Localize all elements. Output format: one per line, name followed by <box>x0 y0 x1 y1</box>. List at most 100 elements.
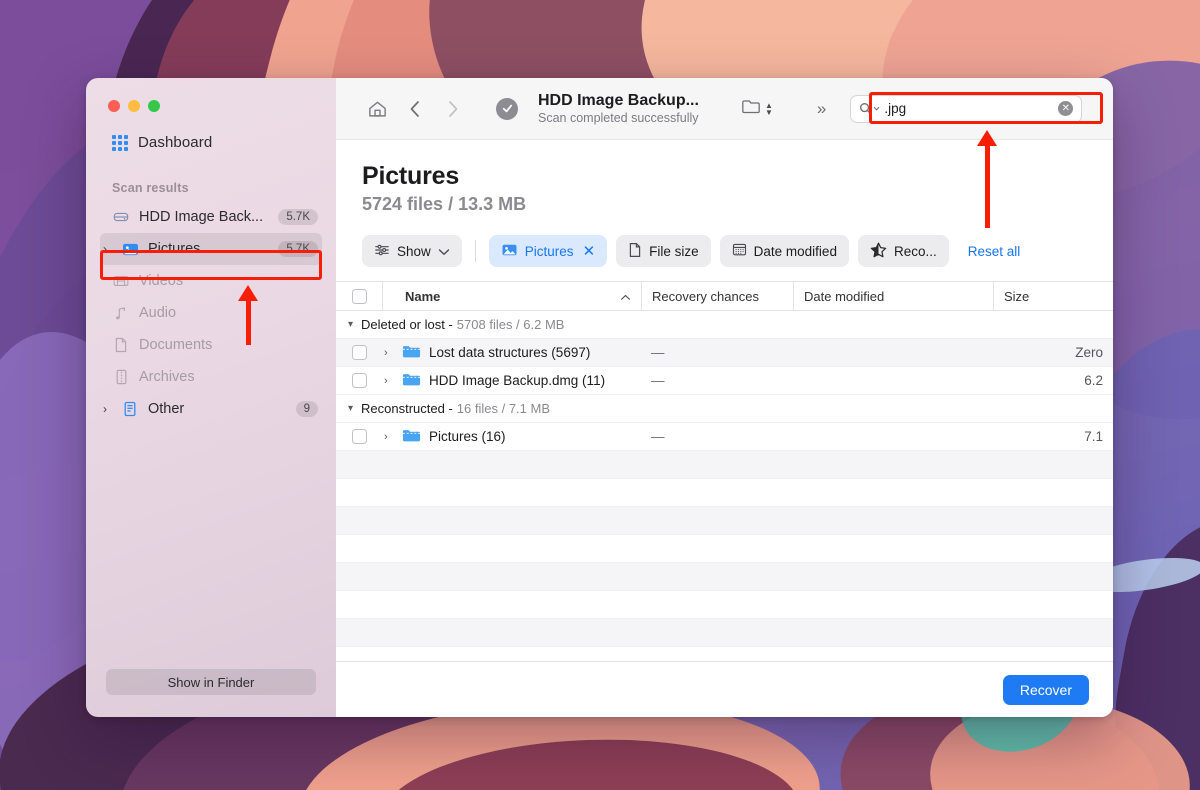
calendar-icon <box>732 242 747 260</box>
chevron-right-icon[interactable]: › <box>384 431 394 443</box>
folder-stepper[interactable]: ▲ ▼ <box>741 98 773 120</box>
table-row[interactable]: › Pictures (16) — 7.1 <box>336 423 1113 451</box>
filter-chip-pictures[interactable]: Pictures ✕ <box>488 235 608 267</box>
reset-all-button[interactable]: Reset all <box>968 244 1021 259</box>
folder-icon <box>741 98 761 120</box>
sidebar-item-label: Videos <box>139 273 184 289</box>
sidebar-item-pictures[interactable]: › Pictures 5.7K <box>100 233 322 265</box>
group-row-reconstructed[interactable]: ▾ Reconstructed - 16 files / 7.1 MB <box>336 395 1113 423</box>
file-name: Pictures (16) <box>429 429 506 444</box>
chevron-up-icon <box>620 289 631 304</box>
column-label: Recovery chances <box>652 288 759 304</box>
row-name-cell: › Pictures (16) <box>382 427 641 446</box>
window-controls <box>86 78 336 112</box>
sidebar-item-label: Documents <box>139 337 213 353</box>
row-checkbox[interactable] <box>336 429 382 444</box>
star-half-icon <box>870 242 887 261</box>
filter-chip-date-modified[interactable]: Date modified <box>719 235 849 267</box>
search-icon[interactable] <box>859 102 880 115</box>
sidebar-footer: Show in Finder <box>86 669 336 717</box>
table-row[interactable]: › Lost data structures (5697) — Zero <box>336 339 1113 367</box>
page-title: Pictures <box>362 162 460 190</box>
zoom-button[interactable] <box>148 100 160 112</box>
chevron-right-icon[interactable]: › <box>103 403 113 415</box>
column-label: Size <box>1004 288 1030 304</box>
size-cell: 6.2 <box>1084 373 1103 388</box>
filter-chip-label: Pictures <box>524 243 574 259</box>
sidebar-item-label: Archives <box>139 369 195 385</box>
chevron-down-icon[interactable]: ▾ <box>348 403 353 414</box>
checkbox[interactable] <box>351 429 367 444</box>
close-button[interactable] <box>108 100 120 112</box>
checkbox[interactable] <box>351 373 367 388</box>
search-input[interactable]: .jpg ✕ <box>850 94 1083 123</box>
file-name: Lost data structures (5697) <box>429 345 591 360</box>
desktop-wallpaper: Dashboard Scan results HDD Image Back...… <box>0 0 1200 790</box>
group-meta: 16 files / 7.1 MB <box>456 401 551 416</box>
group-meta: 5708 files / 6.2 MB <box>456 317 565 332</box>
sidebar-item-badge: 5.7K <box>278 209 318 225</box>
chevron-right-icon[interactable]: › <box>384 347 394 359</box>
checkbox[interactable] <box>351 288 367 304</box>
sidebar-item-label: Dashboard <box>138 134 213 151</box>
filter-chip-label: File size <box>649 243 699 259</box>
app-window: Dashboard Scan results HDD Image Back...… <box>86 78 1113 717</box>
column-header-recovery-chances: Recovery chances <box>641 282 793 310</box>
sidebar-item-videos[interactable]: Videos <box>100 265 322 297</box>
archive-icon <box>112 368 130 386</box>
scan-subtitle: Scan completed successfully <box>538 110 699 125</box>
row-name-cell: › HDD Image Backup.dmg (11) <box>382 371 641 390</box>
audio-icon <box>112 304 130 322</box>
group-label: Reconstructed - <box>361 401 453 416</box>
chevron-down-icon[interactable]: ▾ <box>348 319 353 330</box>
chevron-right-icon[interactable]: › <box>103 243 113 255</box>
checkbox[interactable] <box>351 345 367 360</box>
sidebar-item-hdd-image-backup[interactable]: HDD Image Back... 5.7K <box>100 201 322 233</box>
row-checkbox[interactable] <box>336 373 382 388</box>
filter-bar: Show Pictures ✕ File size Date modified … <box>336 215 1113 281</box>
clear-search-icon[interactable]: ✕ <box>1058 101 1074 116</box>
sidebar-item-archives[interactable]: Archives <box>100 361 322 393</box>
home-button[interactable] <box>358 94 396 124</box>
pictures-icon <box>121 240 139 258</box>
recover-button[interactable]: Recover <box>1002 674 1089 705</box>
back-button[interactable] <box>396 94 434 124</box>
size-cell: Zero <box>1075 345 1103 360</box>
sidebar-section-title: Scan results <box>112 181 189 195</box>
sidebar-item-documents[interactable]: Documents <box>100 329 322 361</box>
group-row-deleted-or-lost[interactable]: ▾ Deleted or lost - 5708 files / 6.2 MB <box>336 311 1113 339</box>
select-all-checkbox[interactable] <box>336 282 382 310</box>
chevron-right-icon[interactable]: › <box>384 375 394 387</box>
minimize-button[interactable] <box>128 100 140 112</box>
filter-chip-file-size[interactable]: File size <box>616 235 711 267</box>
sidebar-item-label: HDD Image Back... <box>139 209 264 225</box>
file-list[interactable]: ▾ Deleted or lost - 5708 files / 6.2 MB … <box>336 311 1113 661</box>
toolbar: HDD Image Backup... Scan completed succe… <box>336 78 1113 140</box>
sidebar: Dashboard Scan results HDD Image Back...… <box>86 78 336 717</box>
filter-chip-recovery-chances[interactable]: Reco... <box>857 235 949 267</box>
table-row[interactable]: › HDD Image Backup.dmg (11) — 6.2 <box>336 367 1113 395</box>
close-icon[interactable]: ✕ <box>583 242 596 260</box>
folder-icon <box>402 371 421 390</box>
search-container: .jpg ✕ <box>850 94 1083 123</box>
column-label: Name <box>405 288 441 304</box>
folder-icon <box>402 427 421 446</box>
recovery-chances-cell: — <box>651 429 665 444</box>
sidebar-item-other[interactable]: › Other 9 <box>100 393 322 425</box>
filter-chip-label: Reco... <box>893 243 937 259</box>
forward-button[interactable] <box>434 94 472 124</box>
show-in-finder-button[interactable]: Show in Finder <box>106 669 316 695</box>
other-icon <box>121 400 139 418</box>
chevron-double-right-icon[interactable]: » <box>817 99 827 119</box>
row-checkbox[interactable] <box>336 345 382 360</box>
column-label: Date modified <box>804 288 885 304</box>
group-label: Deleted or lost - <box>361 317 453 332</box>
column-header-date-modified: Date modified <box>793 282 993 310</box>
scan-status: HDD Image Backup... Scan completed succe… <box>538 91 699 126</box>
sidebar-item-dashboard[interactable]: Dashboard <box>86 112 336 151</box>
search-value: .jpg <box>884 101 907 116</box>
recovery-chances-cell: — <box>651 345 665 360</box>
column-header-name[interactable]: Name <box>382 282 641 310</box>
show-dropdown-button[interactable]: Show <box>362 235 462 267</box>
sidebar-item-audio[interactable]: Audio <box>100 297 322 329</box>
